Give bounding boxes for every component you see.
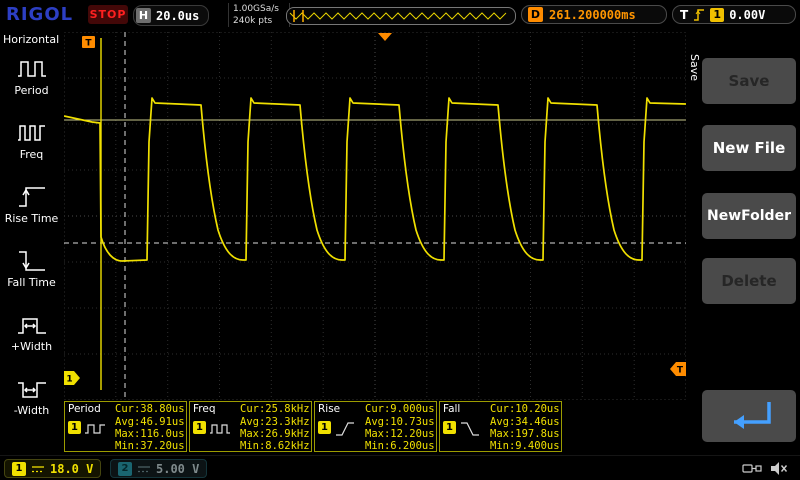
rise-measure-icon	[334, 421, 356, 437]
coupling-icon	[31, 464, 45, 474]
freq-measure-icon	[209, 421, 231, 437]
rigol-logo: RIGOL	[6, 4, 73, 25]
horizontal-timebase-chip: H 20.0us	[133, 5, 209, 26]
period-icon	[15, 55, 49, 83]
timebase-value: 20.0us	[156, 9, 199, 23]
menu-item-pos-width[interactable]: +Width	[0, 307, 63, 371]
menu-title: Horizontal	[0, 30, 63, 51]
coupling-icon	[137, 464, 151, 474]
channel1-level-marker: 1	[64, 371, 80, 385]
horizontal-measure-menu: Horizontal Period Freq Rise Time Fall Ti…	[0, 30, 63, 455]
bottom-status-bar: 1 18.0 V 2 5.00 V	[0, 455, 800, 480]
save-button[interactable]: Save	[702, 58, 796, 104]
trigger-label: T	[680, 8, 688, 22]
speaker-muted-icon	[770, 461, 788, 476]
trigger-level-marker: T	[670, 362, 686, 376]
svg-text:1: 1	[66, 375, 72, 385]
svg-text:T: T	[677, 366, 684, 376]
menu-item-rise-time[interactable]: Rise Time	[0, 179, 63, 243]
return-button[interactable]	[702, 390, 796, 442]
menu-item-freq[interactable]: Freq	[0, 115, 63, 179]
memory-waveform-icon	[287, 9, 513, 23]
period-measure-icon	[84, 421, 106, 437]
acquisition-info: 1.00GSa/s 240k pts	[228, 3, 290, 27]
channel-badge: 1	[443, 421, 456, 434]
waveform-display: T 1 T	[64, 32, 686, 400]
trigger-slope-icon	[693, 8, 705, 22]
channel1-scale: 18.0 V	[50, 462, 93, 476]
horizontal-badge: H	[136, 8, 151, 23]
channel2-scale: 5.00 V	[156, 462, 199, 476]
menu-item-period[interactable]: Period	[0, 51, 63, 115]
measurement-panel-rise: Rise Cur:9.000us 1 Avg:10.73us Max:12.20…	[314, 401, 437, 452]
measurement-panel-period: Period Cur:38.80us 1 Avg:46.91us Max:116…	[64, 401, 187, 452]
run-state-indicator: STOP	[88, 5, 128, 24]
channel2-status-chip: 2 5.00 V	[110, 459, 207, 478]
return-arrow-icon	[714, 396, 784, 436]
delay-badge: D	[528, 7, 543, 22]
measurement-panel-freq: Freq Cur:25.8kHz 1 Avg:23.3kHz Max:26.9k…	[189, 401, 312, 452]
channel2-badge: 2	[118, 462, 132, 476]
trigger-status-chip: T 1 0.00V	[672, 5, 796, 24]
delay-value: 261.200000ms	[549, 8, 636, 22]
channel-badge: 1	[193, 421, 206, 434]
new-file-button[interactable]: New File	[702, 125, 796, 171]
fall-measure-icon	[459, 421, 481, 437]
channel1-badge: 1	[12, 462, 26, 476]
rise-time-icon	[15, 183, 49, 211]
freq-icon	[15, 119, 49, 147]
scope-grid: T 1 T	[64, 32, 686, 400]
trigger-source-badge: 1	[710, 8, 724, 22]
plus-width-icon	[15, 311, 49, 339]
top-status-bar: RIGOL STOP H 20.0us 1.00GSa/s 240k pts D…	[0, 0, 800, 30]
fall-time-icon	[15, 247, 49, 275]
channel1-status-chip: 1 18.0 V	[4, 459, 101, 478]
delete-button[interactable]: Delete	[702, 258, 796, 304]
trigger-reference-marker: T	[82, 36, 95, 49]
trigger-position-marker	[378, 33, 392, 41]
sample-rate: 1.00GSa/s	[233, 3, 285, 15]
menu-item-neg-width[interactable]: -Width	[0, 371, 63, 435]
horizontal-delay-chip: D 261.200000ms	[521, 5, 667, 24]
new-folder-button[interactable]: NewFolder	[702, 193, 796, 239]
memory-depth: 240k pts	[233, 15, 285, 27]
menu-item-fall-time[interactable]: Fall Time	[0, 243, 63, 307]
channel-badge: 1	[318, 421, 331, 434]
system-tray	[742, 461, 788, 476]
save-softkey-menu: Save New File NewFolder Delete	[702, 32, 798, 455]
channel-badge: 1	[68, 421, 81, 434]
measurement-panels: Period Cur:38.80us 1 Avg:46.91us Max:116…	[64, 401, 562, 452]
usb-icon	[742, 461, 762, 476]
svg-text:T: T	[85, 39, 92, 49]
minus-width-icon	[15, 375, 49, 403]
oscilloscope-screen: RIGOL STOP H 20.0us 1.00GSa/s 240k pts D…	[0, 0, 800, 480]
save-menu-tab: Save	[688, 54, 701, 81]
measurement-panel-fall: Fall Cur:10.20us 1 Avg:34.46us Max:197.8…	[439, 401, 562, 452]
waveform-memory-preview	[286, 7, 516, 25]
trigger-level-value: 0.00V	[729, 8, 765, 22]
